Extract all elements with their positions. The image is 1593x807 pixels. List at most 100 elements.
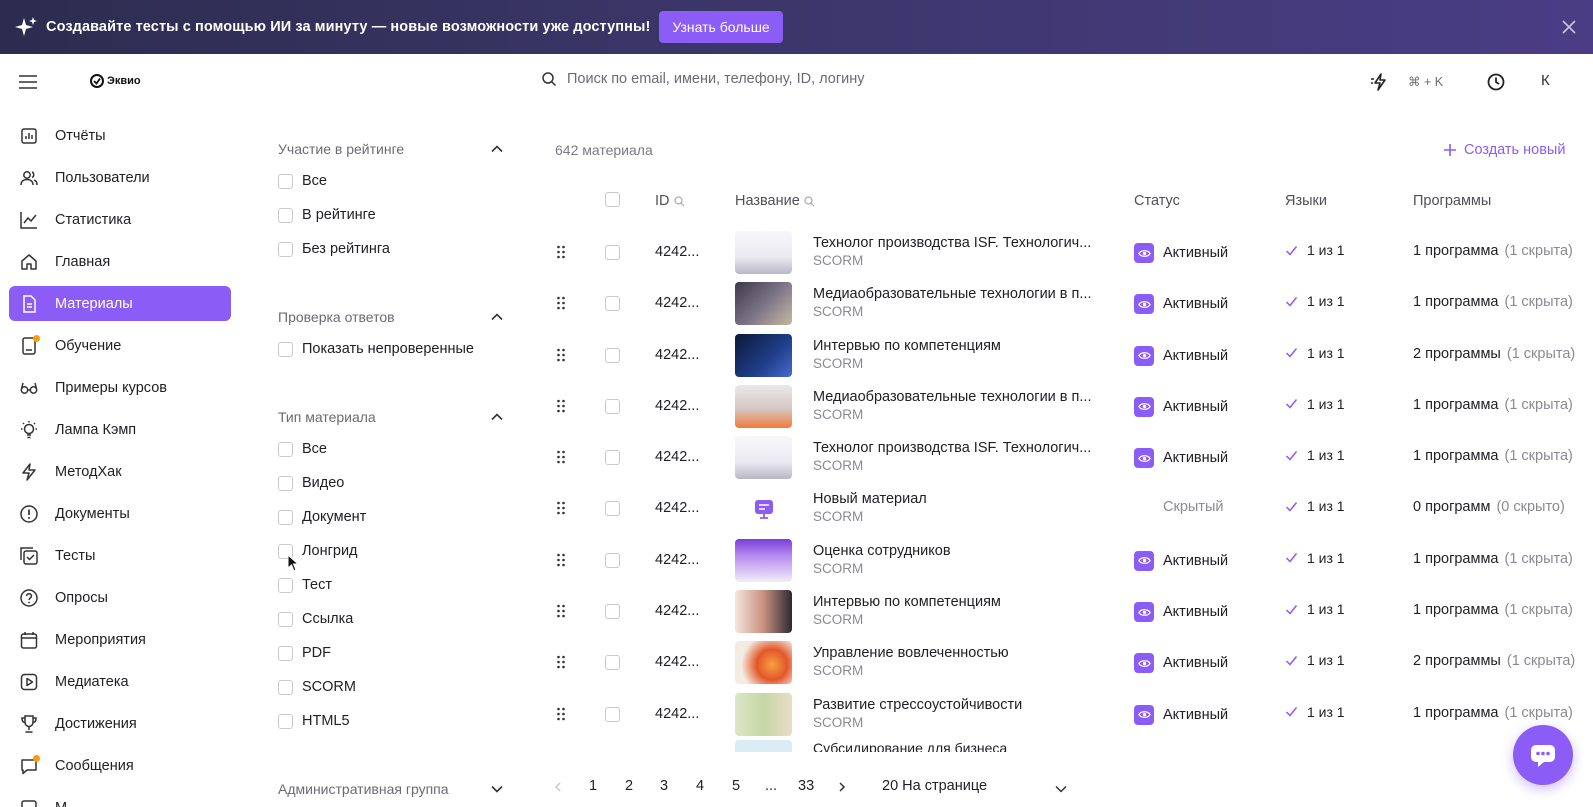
filter-option-label: Все	[302, 173, 327, 189]
menu-icon[interactable]	[18, 73, 38, 91]
history-icon[interactable]	[1486, 72, 1506, 92]
languages-cell: 1 из 1	[1285, 652, 1345, 668]
row-checkbox[interactable]	[605, 450, 620, 466]
page-button[interactable]: 2	[625, 778, 633, 794]
row-name: Субсидирование для бизнеса	[813, 740, 1008, 752]
row-checkbox[interactable]	[605, 296, 620, 312]
eye-icon	[1134, 294, 1154, 315]
row-name[interactable]: Оценка сотрудников	[813, 543, 951, 559]
chevron-up-icon[interactable]	[490, 142, 504, 156]
search-icon[interactable]	[804, 195, 815, 207]
drag-handle-icon[interactable]	[556, 348, 566, 362]
table-row[interactable]: 4242... Медиаобразовательные технологии в…	[0, 382, 1593, 433]
create-new-button[interactable]: Создать новый	[1443, 142, 1565, 158]
table-row[interactable]: 4242... Интервью по компетенциям SCORM Акти…	[0, 587, 1593, 638]
table-row[interactable]: 4242... Развитие стрессоустойчивости SCORM…	[0, 690, 1593, 741]
page-button[interactable]: 3	[660, 778, 668, 794]
row-checkbox[interactable]	[605, 706, 620, 722]
drag-handle-icon[interactable]	[556, 399, 566, 413]
row-checkbox[interactable]	[605, 245, 620, 260]
table-row[interactable]: 4242... Технолог производства ISF. Технол…	[0, 433, 1593, 484]
row-name[interactable]: Медиаобразовательные технологии в п...	[813, 286, 1091, 302]
column-status[interactable]: Статус	[1134, 193, 1180, 209]
learn-more-button[interactable]: Узнать больше	[659, 11, 783, 43]
filter-admin-title[interactable]: Административная группа	[278, 776, 504, 802]
programs-note: (1 скрыта)	[1504, 602, 1573, 619]
user-avatar[interactable]: К	[1541, 72, 1550, 89]
languages-cell: 1 из 1	[1285, 345, 1345, 361]
status-badge: Активный	[1134, 243, 1228, 263]
sidebar-item[interactable]: М	[9, 790, 231, 807]
row-name[interactable]: Интервью по компетенциям	[813, 594, 1001, 610]
thumbnail	[735, 538, 792, 582]
thumbnail	[735, 740, 792, 752]
drag-handle-icon[interactable]	[556, 450, 566, 464]
status-label: Активный	[1163, 245, 1229, 261]
row-id: 4242...	[655, 346, 700, 363]
row-name[interactable]: Развитие стрессоустойчивости	[813, 697, 1022, 713]
chevron-left-icon[interactable]	[552, 781, 564, 793]
search-input[interactable]	[567, 71, 987, 87]
column-languages[interactable]: Языки	[1285, 193, 1327, 209]
row-checkbox[interactable]	[605, 655, 620, 671]
quick-actions-icon[interactable]	[1370, 72, 1390, 92]
material-type-icon	[754, 499, 773, 519]
row-name[interactable]: Технолог производства ISF. Технологич...	[813, 235, 1091, 251]
shortcut-hint: ⌘ + K	[1408, 75, 1444, 89]
pagination-ellipsis: ...	[765, 778, 778, 794]
partial-row: Субсидирование для бизнеса	[735, 740, 1055, 752]
table-row[interactable]: 4242... Технолог производства ISF. Технол…	[0, 228, 1593, 279]
languages-cell: 1 из 1	[1285, 242, 1345, 258]
drag-handle-icon[interactable]	[556, 655, 566, 669]
row-checkbox[interactable]	[605, 604, 620, 620]
logo[interactable]: Эквио	[90, 74, 141, 88]
chevron-down-icon[interactable]	[1054, 782, 1068, 796]
row-name[interactable]: Медиаобразовательные технологии в п...	[813, 389, 1091, 405]
column-name[interactable]: Название	[735, 193, 815, 209]
table-row[interactable]: 4242... Управление вовлеченностью SCORM Акт…	[0, 638, 1593, 689]
page-button[interactable]: 4	[696, 778, 704, 794]
create-new-label: Создать новый	[1464, 142, 1566, 158]
row-checkbox[interactable]	[605, 552, 620, 568]
page-button[interactable]: 5	[732, 778, 740, 794]
column-programs-label: Программы	[1413, 193, 1492, 209]
drag-handle-icon[interactable]	[556, 604, 566, 618]
drag-handle-icon[interactable]	[556, 553, 566, 567]
per-page-select[interactable]: 20 На странице	[882, 778, 987, 794]
table-row[interactable]: 4242... Оценка сотрудников SCORM Активный 1 …	[0, 536, 1593, 587]
chat-button[interactable]	[1513, 725, 1573, 785]
status-label: Активный	[1163, 552, 1229, 569]
row-name[interactable]: Новый материал	[813, 491, 927, 507]
row-checkbox[interactable]	[605, 398, 620, 414]
materials-count: 642 материала	[555, 142, 653, 158]
row-checkbox[interactable]	[605, 347, 620, 363]
sidebar-item[interactable]: Сообщения	[9, 748, 231, 783]
drag-handle-icon[interactable]	[556, 245, 566, 259]
drag-handle-icon[interactable]	[556, 296, 566, 310]
chevron-right-icon[interactable]	[836, 781, 848, 793]
select-all-checkbox[interactable]	[605, 192, 620, 207]
checkbox[interactable]	[278, 173, 293, 189]
languages-cell: 1 из 1	[1285, 550, 1345, 566]
table-row[interactable]: 4242... Медиаобразовательные технологии в…	[0, 279, 1593, 330]
eye-icon	[1134, 653, 1154, 674]
search-icon[interactable]	[673, 195, 685, 207]
row-name[interactable]: Технолог производства ISF. Технологич...	[813, 440, 1091, 456]
column-programs[interactable]: Программы	[1413, 193, 1491, 209]
page-button[interactable]: 33	[798, 778, 814, 794]
chevron-down-icon[interactable]	[490, 782, 504, 796]
close-icon[interactable]	[1559, 17, 1579, 37]
table-row[interactable]: 4242... Интервью по компетенциям SCORM Акти…	[0, 331, 1593, 382]
row-name[interactable]: Управление вовлеченностью	[813, 645, 1009, 661]
sidebar-item[interactable]: Отчёты	[9, 118, 231, 153]
languages-label: 1 из 1	[1307, 498, 1345, 515]
column-id[interactable]: ID	[655, 193, 685, 209]
drag-handle-icon[interactable]	[556, 501, 566, 515]
row-name[interactable]: Интервью по компетенциям	[813, 338, 1001, 354]
drag-handle-icon[interactable]	[556, 707, 566, 721]
row-checkbox[interactable]	[605, 501, 620, 517]
table-row[interactable]: 4242... Новый материал SCORM Скрытый 1 из 1 0…	[0, 484, 1593, 535]
filter-rating-title[interactable]: Участие в рейтинге	[278, 136, 504, 162]
search-bar[interactable]	[541, 71, 987, 87]
page-button[interactable]: 1	[589, 778, 597, 794]
